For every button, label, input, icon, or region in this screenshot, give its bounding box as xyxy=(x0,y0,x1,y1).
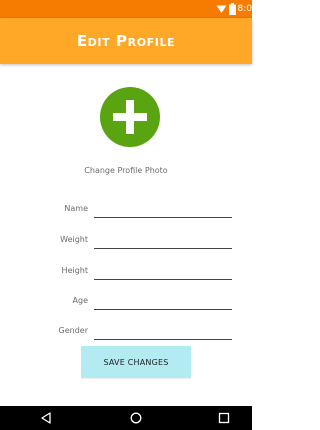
recents-icon xyxy=(218,412,230,424)
status-time: 8:0 xyxy=(237,4,252,14)
home-icon xyxy=(130,412,142,424)
page-title: Edit Profile xyxy=(76,32,176,50)
plus-icon xyxy=(113,100,147,134)
home-button[interactable] xyxy=(116,406,156,430)
height-row: Height xyxy=(0,261,252,283)
back-button[interactable] xyxy=(26,406,66,430)
navigation-bar xyxy=(0,406,252,430)
name-field[interactable] xyxy=(94,201,232,218)
gender-label: Gender xyxy=(58,326,88,335)
battery-icon xyxy=(228,3,236,15)
change-photo-label: Change Profile Photo xyxy=(84,166,168,175)
app-bar: Edit Profile xyxy=(0,18,252,64)
height-label: Height xyxy=(61,266,88,275)
status-bar: 8:0 xyxy=(0,0,252,18)
height-field[interactable] xyxy=(94,263,232,280)
gender-field[interactable] xyxy=(94,323,232,340)
status-icons: 8:0 xyxy=(216,1,252,17)
age-row: Age xyxy=(0,291,252,313)
age-label: Age xyxy=(72,296,88,305)
recents-button[interactable] xyxy=(204,406,244,430)
weight-label: Weight xyxy=(60,235,88,244)
add-photo-button[interactable] xyxy=(100,87,160,147)
weight-row: Weight xyxy=(0,230,252,252)
name-row: Name xyxy=(0,199,252,221)
wifi-icon xyxy=(216,4,227,14)
weight-field[interactable] xyxy=(94,232,232,249)
save-changes-button[interactable]: SAVE CHANGES xyxy=(81,346,191,378)
back-icon xyxy=(41,412,51,424)
gender-row: Gender xyxy=(0,321,252,343)
name-label: Name xyxy=(64,204,88,213)
age-field[interactable] xyxy=(94,293,232,310)
